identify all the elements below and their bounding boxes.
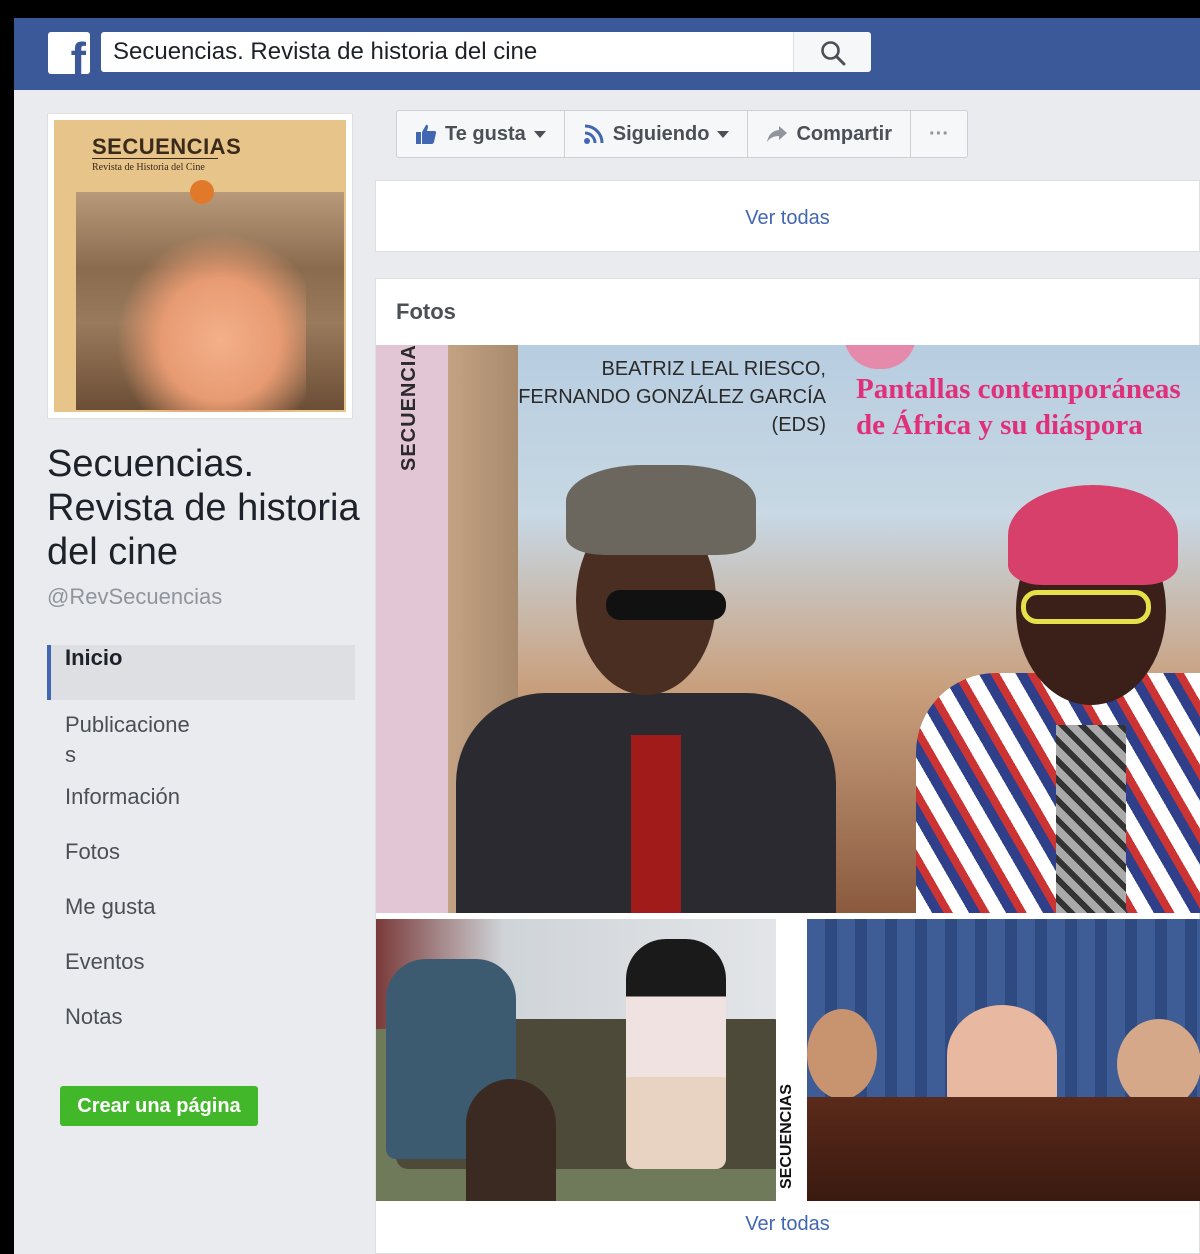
book-authors: BEATRIZ LEAL RIESCO, FERNANDO GONZÁLEZ G… xyxy=(496,355,826,439)
create-page-button[interactable]: Crear una página xyxy=(60,1086,258,1126)
photo-bl-woman xyxy=(626,939,726,1169)
magazine-title: SECUENCIAS xyxy=(92,134,242,159)
thumbs-up-icon xyxy=(416,124,437,144)
search-icon xyxy=(821,41,846,66)
photo-man-left-hat xyxy=(566,465,756,555)
magazine-photo xyxy=(76,192,344,412)
share-label: Compartir xyxy=(796,122,893,145)
nav-item-inicio[interactable]: Inicio xyxy=(47,645,355,700)
chevron-down-icon xyxy=(717,130,730,138)
photo-main[interactable]: SECUENCIA BEATRIZ LEAL RIESCO, FERNANDO … xyxy=(376,345,1200,913)
page-title: Secuencias. Revista de historia del cine xyxy=(47,443,360,573)
chevron-down-icon xyxy=(533,130,546,138)
follow-button[interactable]: Siguiendo xyxy=(565,111,749,157)
book-author-line: FERNANDO GONZÁLEZ GARCÍA xyxy=(518,386,826,408)
photo-man-left-glasses xyxy=(606,590,726,620)
photos-see-all-link[interactable]: Ver todas xyxy=(376,1213,1199,1236)
photo-bottom-left[interactable]: SECUENCIAS xyxy=(376,919,803,1201)
nav-item-me-gusta[interactable]: Me gusta xyxy=(47,894,355,949)
dancer-figure xyxy=(116,232,306,412)
profile-cover-image[interactable]: SECUENCIAS Revista de Historia del Cine xyxy=(47,113,353,419)
photo-man-right-glasses xyxy=(1021,590,1151,624)
share-arrow-icon xyxy=(767,126,788,142)
page-frame: f SECUENCIAS Revista de Historia del Cin… xyxy=(14,18,1200,1254)
book-author-line: BEATRIZ LEAL RIESCO, xyxy=(601,358,826,380)
issue-badge xyxy=(190,180,214,204)
rss-icon xyxy=(583,124,604,144)
page-handle[interactable]: @RevSecuencias xyxy=(47,584,222,610)
photo-br-person xyxy=(947,1005,1057,1105)
magazine-subtitle: Revista de Historia del Cine xyxy=(92,162,205,173)
photo-br-table xyxy=(807,1097,1200,1201)
page-actions: Te gusta Siguiendo Compartir ··· xyxy=(396,110,968,158)
share-button[interactable]: Compartir xyxy=(748,111,912,157)
like-button[interactable]: Te gusta xyxy=(397,111,565,157)
see-all-link[interactable]: Ver todas xyxy=(376,207,1199,230)
search-box[interactable] xyxy=(101,32,793,72)
photo-br-person xyxy=(807,1009,877,1099)
nav-item-fotos[interactable]: Fotos xyxy=(47,839,355,894)
photo-bl-spine-text: SECUENCIAS xyxy=(778,1084,795,1189)
nav-item-publicaciones[interactable]: Publicaciones xyxy=(47,700,217,784)
photo-man-right-tie xyxy=(1056,725,1126,913)
nav-item-notas[interactable]: Notas xyxy=(47,1004,355,1059)
like-label: Te gusta xyxy=(445,122,526,145)
top-bar: f xyxy=(14,18,1200,90)
photos-card: Fotos SECUENCIA BEATRIZ LEAL RIESCO, FER… xyxy=(375,278,1200,1254)
book-title: Pantallas contemporáneas de África y su … xyxy=(856,373,1181,441)
search-input[interactable] xyxy=(101,32,785,72)
book-spine-text: SECUENCIA xyxy=(398,345,420,471)
nav-item-eventos[interactable]: Eventos xyxy=(47,949,355,1004)
magazine-cover: SECUENCIAS Revista de Historia del Cine xyxy=(54,120,346,412)
book-author-line: (EDS) xyxy=(771,414,826,436)
more-options-button[interactable]: ··· xyxy=(911,111,967,157)
see-all-card: Ver todas xyxy=(375,180,1200,252)
photos-title[interactable]: Fotos xyxy=(396,299,456,325)
nav-item-informacion[interactable]: Información xyxy=(47,784,355,839)
photo-bottom-right[interactable] xyxy=(807,919,1200,1201)
photo-man-right-hat xyxy=(1008,485,1178,585)
page-nav: Inicio Publicaciones Información Fotos M… xyxy=(47,645,355,1059)
photo-bl-girl xyxy=(466,1079,556,1201)
photo-man-left-tie xyxy=(631,735,681,913)
more-icon: ··· xyxy=(929,122,949,145)
follow-label: Siguiendo xyxy=(612,122,710,145)
search-button[interactable] xyxy=(793,32,871,72)
facebook-f-icon[interactable]: f xyxy=(48,32,90,74)
photo-br-person xyxy=(1117,1019,1200,1109)
magazine-rule xyxy=(92,158,218,159)
